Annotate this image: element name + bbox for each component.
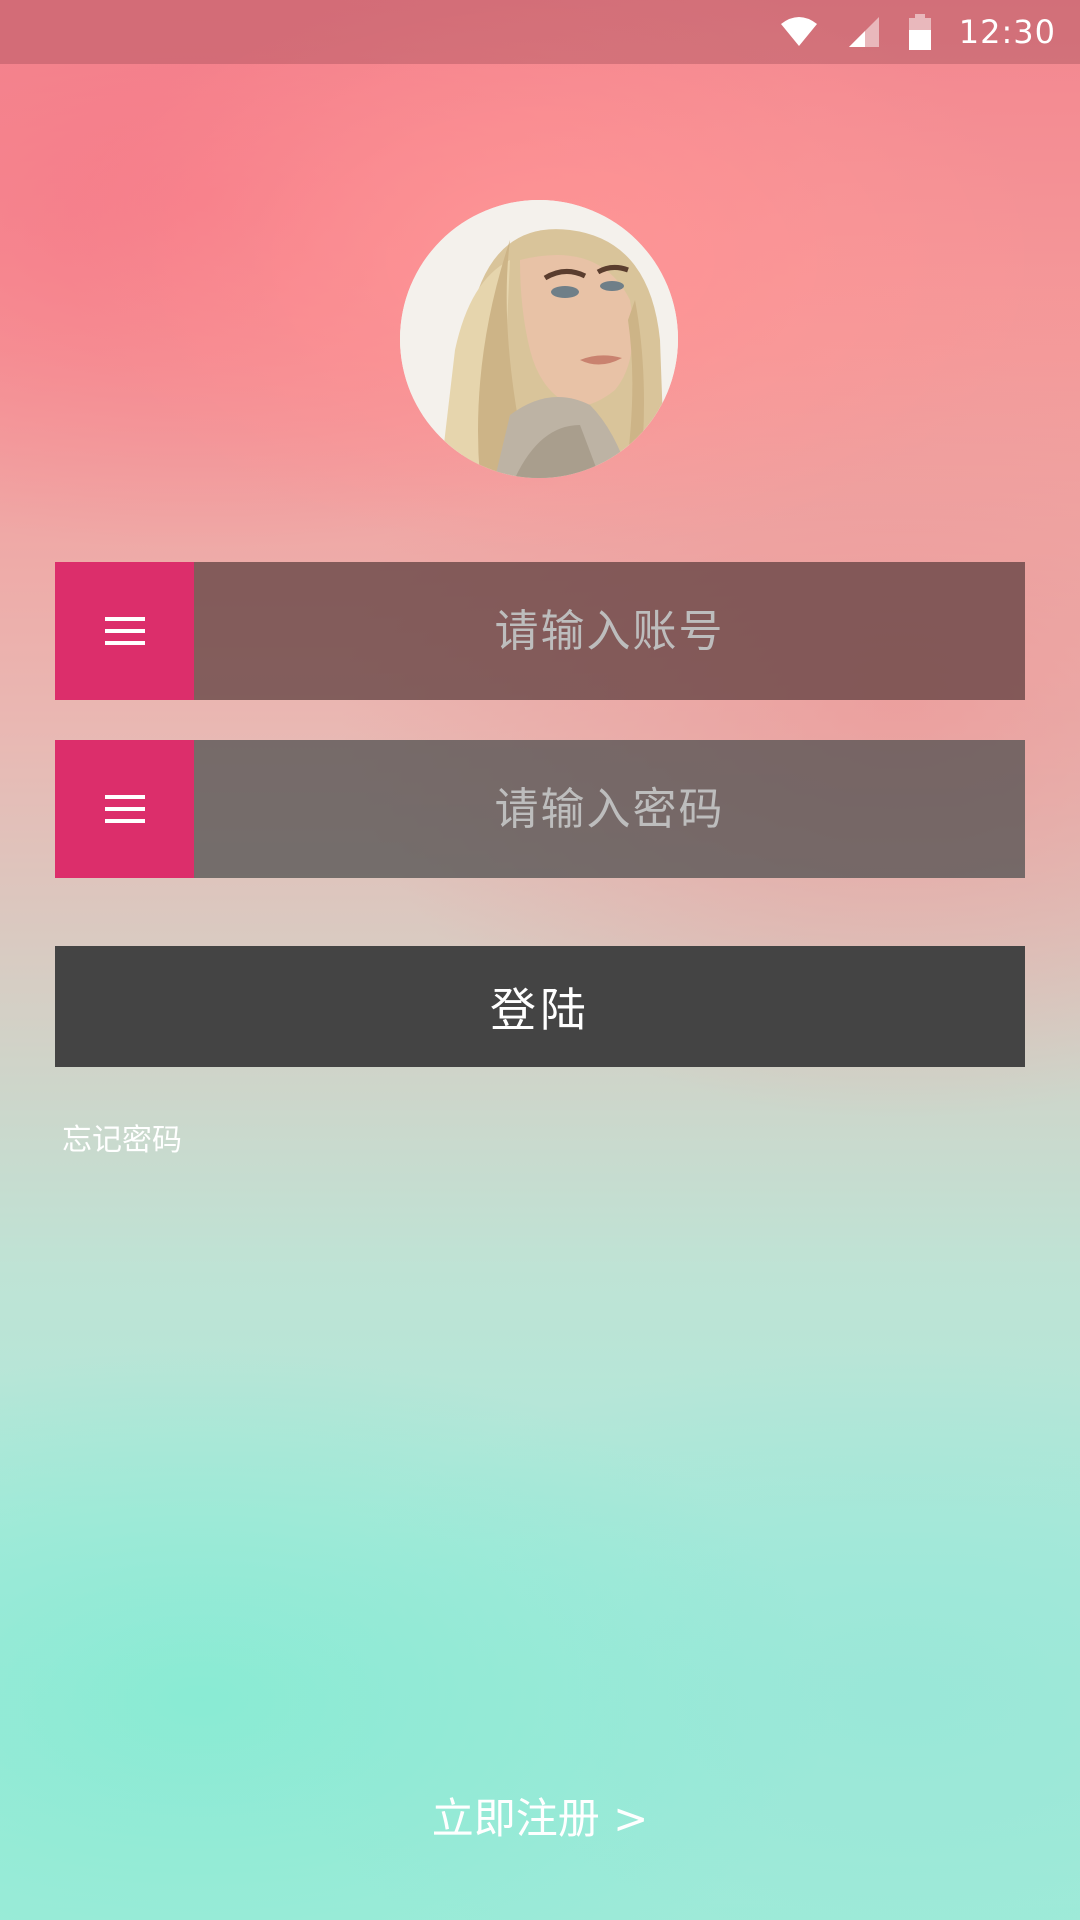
password-input-container xyxy=(194,739,1025,879)
password-icon-box xyxy=(55,740,194,878)
avatar-portrait-image xyxy=(400,200,678,478)
account-input-container xyxy=(194,561,1025,701)
status-time: 12:30 xyxy=(958,13,1056,51)
login-button[interactable]: 登陆 xyxy=(55,946,1025,1067)
password-input[interactable] xyxy=(194,739,1025,879)
account-icon-box xyxy=(55,562,194,700)
status-bar: 12:30 xyxy=(0,0,1080,64)
menu-icon xyxy=(104,795,145,823)
register-link[interactable]: 立即注册 > xyxy=(0,1785,1080,1846)
forgot-password-link[interactable]: 忘记密码 xyxy=(62,1115,182,1159)
user-avatar-photo[interactable] xyxy=(400,200,678,478)
status-icons: 12:30 xyxy=(779,0,1056,64)
account-input-row xyxy=(55,561,1025,701)
menu-icon xyxy=(104,617,145,645)
battery-icon xyxy=(908,14,931,50)
signal-icon xyxy=(847,15,881,49)
password-input-row xyxy=(55,739,1025,879)
wifi-icon xyxy=(779,16,819,48)
account-input[interactable] xyxy=(194,561,1025,701)
